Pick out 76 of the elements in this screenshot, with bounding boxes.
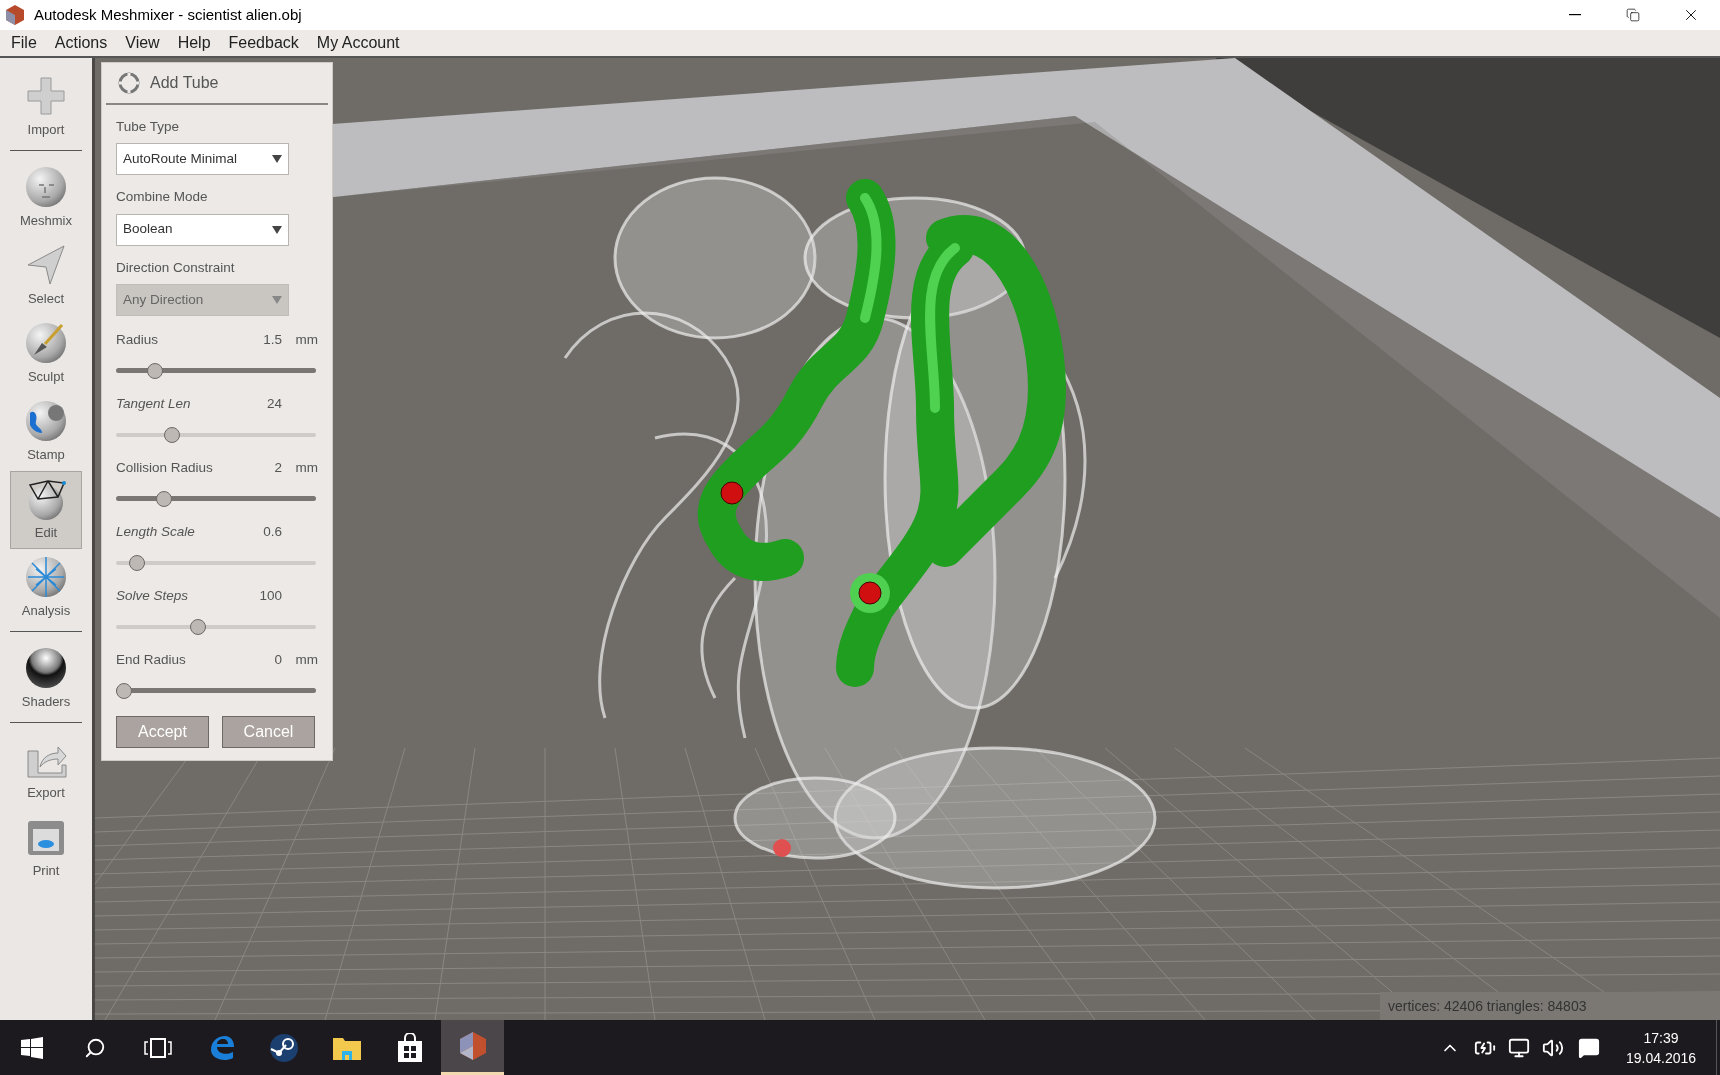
slider-value: 100 xyxy=(258,586,282,605)
slider-value: 1.5 xyxy=(262,330,282,349)
slider-thumb[interactable] xyxy=(147,362,164,379)
slider-value: 0 xyxy=(273,650,282,669)
network-icon[interactable] xyxy=(1508,1036,1530,1059)
menu-item[interactable]: Actions xyxy=(45,31,117,55)
shopping-bag-icon xyxy=(395,1032,424,1063)
tool-button[interactable]: Select xyxy=(10,237,82,315)
notifications-icon[interactable] xyxy=(1578,1036,1600,1059)
tool-button[interactable]: Shaders xyxy=(10,640,82,718)
dropdown[interactable]: AutoRoute Minimal xyxy=(116,143,289,176)
field-label: Tube Type xyxy=(116,118,181,136)
slider-thumb[interactable] xyxy=(163,426,180,443)
slider-track[interactable] xyxy=(116,553,316,572)
panel-title: Add Tube xyxy=(150,73,219,93)
menu-item[interactable]: File xyxy=(2,31,46,55)
tool-button[interactable]: Stamp xyxy=(10,393,82,471)
wireframe-sphere-icon xyxy=(24,555,68,600)
tool-button[interactable]: Sculpt xyxy=(10,315,82,393)
taskbar-app-button[interactable] xyxy=(441,1020,504,1075)
slider-label: Solve Steps xyxy=(116,586,190,605)
endpoint-marker[interactable] xyxy=(720,481,744,505)
slider-track[interactable] xyxy=(116,617,316,636)
menu-item[interactable]: My Account xyxy=(307,31,409,55)
dropdown[interactable]: Boolean xyxy=(116,213,289,246)
tool-button[interactable]: Analysis xyxy=(10,549,82,627)
slider-thumb[interactable] xyxy=(116,682,132,699)
face-sphere-icon xyxy=(24,165,68,210)
tool-button[interactable]: Print xyxy=(10,809,82,887)
dropdown-caret-icon xyxy=(272,295,282,304)
search-icon xyxy=(83,1036,106,1059)
unit-label: mm xyxy=(295,331,318,347)
slider-value: 24 xyxy=(265,394,282,413)
menu-item[interactable]: Help xyxy=(168,31,220,55)
unit-label: mm xyxy=(295,651,318,667)
mesh-stats-text: vertices: 42406 triangles: 84803 xyxy=(1380,992,1720,1020)
slider-thumb[interactable] xyxy=(128,554,145,571)
tool-button[interactable]: Meshmix xyxy=(10,159,82,237)
point-marker[interactable] xyxy=(773,839,791,857)
stamp-sphere-icon xyxy=(24,399,68,444)
slider-label: Radius xyxy=(116,330,160,349)
slider-thumb[interactable] xyxy=(156,490,173,507)
slider-value: 2 xyxy=(273,458,282,477)
app-logo-icon xyxy=(4,4,26,26)
menu-item[interactable]: Feedback xyxy=(219,31,308,55)
slider-track[interactable] xyxy=(116,489,316,508)
task-view-icon xyxy=(143,1037,172,1058)
slider-track[interactable] xyxy=(116,681,316,700)
unit-label: mm xyxy=(295,459,318,475)
tool-button[interactable]: Export xyxy=(10,731,82,809)
dropdown-caret-icon xyxy=(272,155,282,164)
slider-thumb[interactable] xyxy=(189,618,206,635)
windows-logo-icon xyxy=(20,1036,43,1059)
chrome-sphere-icon xyxy=(24,646,68,691)
brush-sphere-icon xyxy=(24,321,68,366)
slider-track[interactable] xyxy=(116,361,316,380)
field-label: Combine Mode xyxy=(116,188,209,207)
slider-value: 0.6 xyxy=(262,522,282,541)
field-label: Direction Constraint xyxy=(116,258,236,277)
clock-time[interactable]: 17:39 xyxy=(1643,1027,1679,1048)
tool-button[interactable]: Edit xyxy=(10,471,82,549)
slider-track[interactable] xyxy=(116,425,316,444)
slider-label: End Radius xyxy=(116,650,187,669)
tube-tool-icon xyxy=(118,72,140,94)
clock-date[interactable]: 19.04.2016 xyxy=(1625,1047,1697,1068)
endpoint-marker[interactable] xyxy=(858,581,882,605)
dropdown-caret-icon xyxy=(272,225,282,234)
restore-icon xyxy=(1626,8,1640,22)
menu-item[interactable]: View xyxy=(116,31,169,55)
slider-label: Collision Radius xyxy=(116,458,214,477)
slider-label: Length Scale xyxy=(116,522,196,541)
minimize-icon xyxy=(1569,14,1581,16)
game-client-icon xyxy=(268,1032,299,1063)
window-title: Autodesk Meshmixer - scientist alien.obj xyxy=(34,4,302,25)
tool-button[interactable]: Import xyxy=(10,68,82,146)
slider-label: Tangent Len xyxy=(116,394,192,413)
